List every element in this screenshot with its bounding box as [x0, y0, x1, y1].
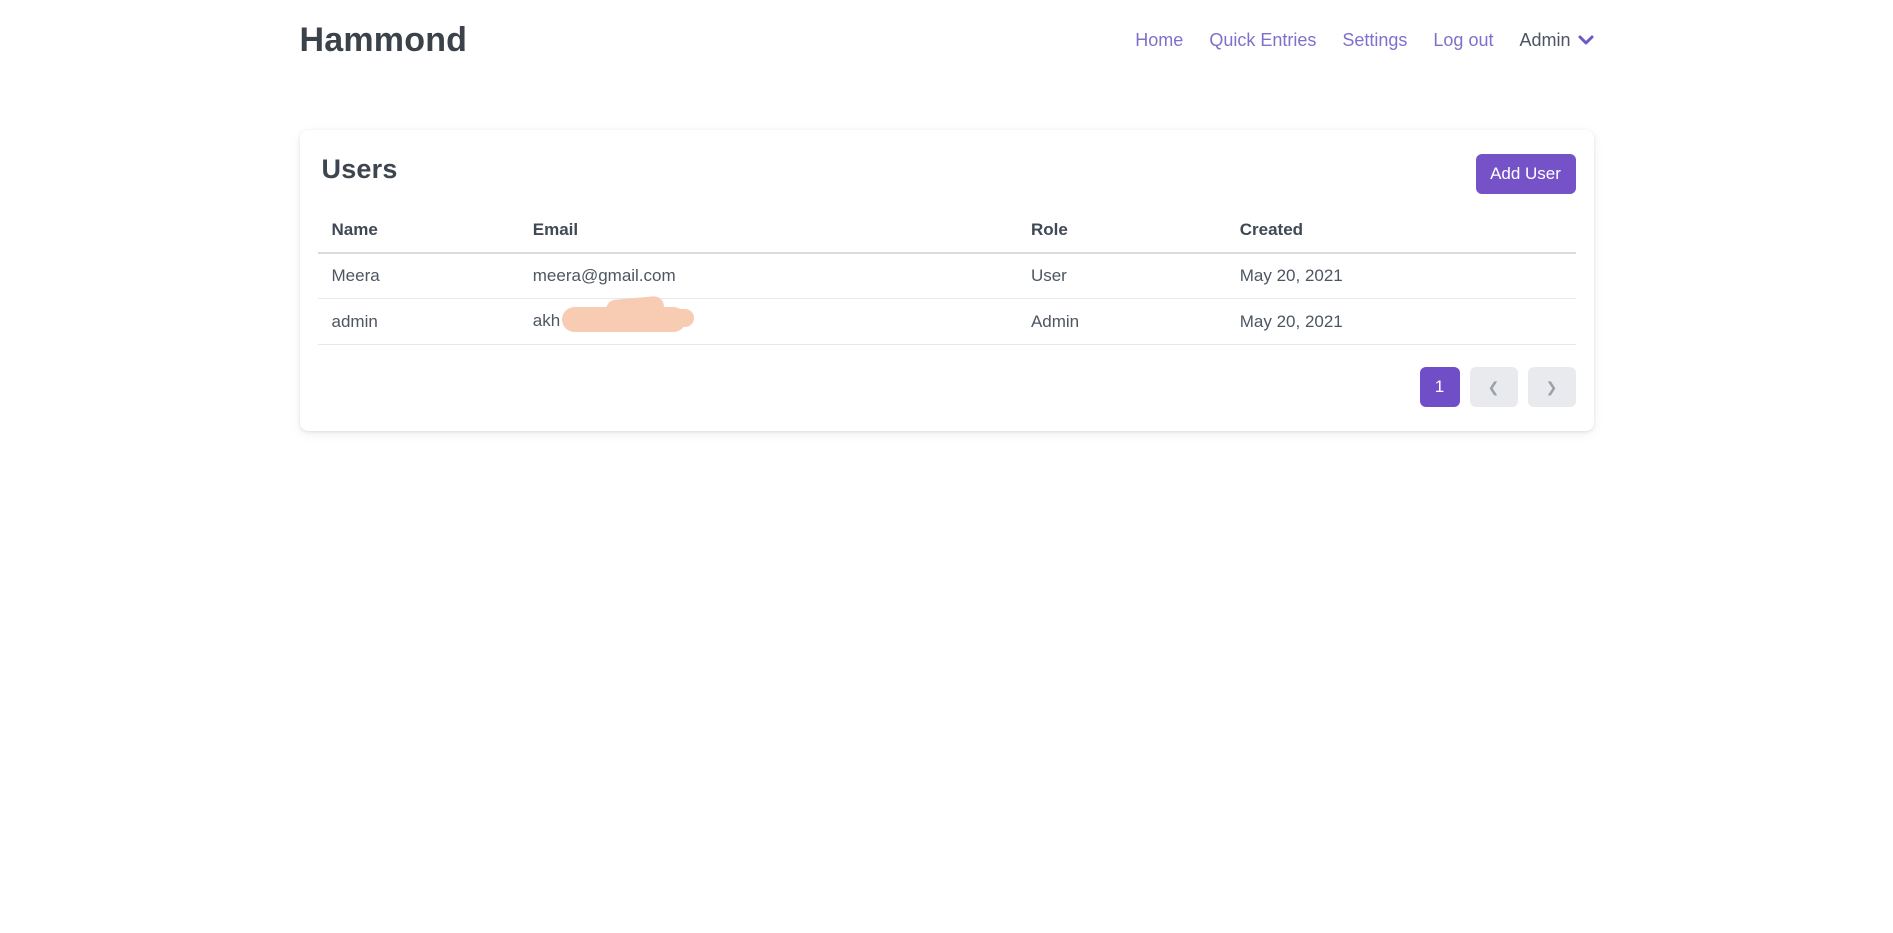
- pagination-page-1-button[interactable]: 1: [1420, 367, 1460, 407]
- table-header-row: Name Email Role Created: [318, 208, 1576, 253]
- chevron-down-icon: [1578, 33, 1594, 51]
- nav-link-logout[interactable]: Log out: [1433, 30, 1493, 51]
- main-nav: Home Quick Entries Settings Log out Admi…: [1135, 30, 1593, 51]
- cell-created: May 20, 2021: [1226, 299, 1576, 345]
- nav-link-quick-entries[interactable]: Quick Entries: [1209, 30, 1316, 51]
- nav-link-settings[interactable]: Settings: [1342, 30, 1407, 51]
- cell-role: User: [1017, 253, 1226, 299]
- column-header-name: Name: [318, 208, 519, 253]
- redacted-email-scribble: [562, 307, 686, 332]
- column-header-created: Created: [1226, 208, 1576, 253]
- email-visible-part: akh: [533, 311, 560, 330]
- table-row: Meera meera@gmail.com User May 20, 2021: [318, 253, 1576, 299]
- pagination-next-button[interactable]: ❯: [1528, 367, 1576, 407]
- nav-link-home[interactable]: Home: [1135, 30, 1183, 51]
- cell-email: akh: [519, 299, 1017, 345]
- brand-logo[interactable]: Hammond: [300, 21, 468, 60]
- cell-email: meera@gmail.com: [519, 253, 1017, 299]
- cell-role: Admin: [1017, 299, 1226, 345]
- users-card: Users Add User Name Email Role Created M…: [300, 130, 1594, 431]
- pagination: 1 ❮ ❯: [318, 367, 1576, 407]
- user-menu-label: Admin: [1519, 30, 1570, 51]
- chevron-right-icon: ❯: [1546, 379, 1558, 396]
- users-card-header: Users Add User: [318, 148, 1576, 208]
- cell-created: May 20, 2021: [1226, 253, 1576, 299]
- cell-name: admin: [318, 299, 519, 345]
- header: Hammond Home Quick Entries Settings Log …: [300, 0, 1594, 80]
- column-header-email: Email: [519, 208, 1017, 253]
- chevron-left-icon: ❮: [1488, 379, 1500, 396]
- column-header-role: Role: [1017, 208, 1226, 253]
- add-user-button[interactable]: Add User: [1476, 154, 1576, 194]
- pagination-prev-button[interactable]: ❮: [1470, 367, 1518, 407]
- cell-name: Meera: [318, 253, 519, 299]
- table-row: admin akh Admin May 20, 2021: [318, 299, 1576, 345]
- page-title: Users: [322, 154, 398, 185]
- user-menu-dropdown[interactable]: Admin: [1519, 30, 1593, 51]
- users-table: Name Email Role Created Meera meera@gmai…: [318, 208, 1576, 345]
